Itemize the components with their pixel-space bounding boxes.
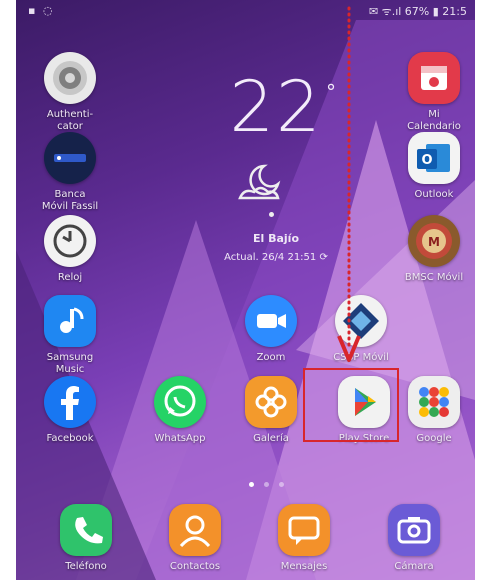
phone-home-screen: ▪ ◌ ✉ ᯤ.ıl 67% ▮ 21:5 22 ° El Bajío Actu… [16, 0, 475, 580]
tutorial-arrow-annotation [337, 6, 361, 362]
play-store-highlight-box [303, 368, 399, 442]
